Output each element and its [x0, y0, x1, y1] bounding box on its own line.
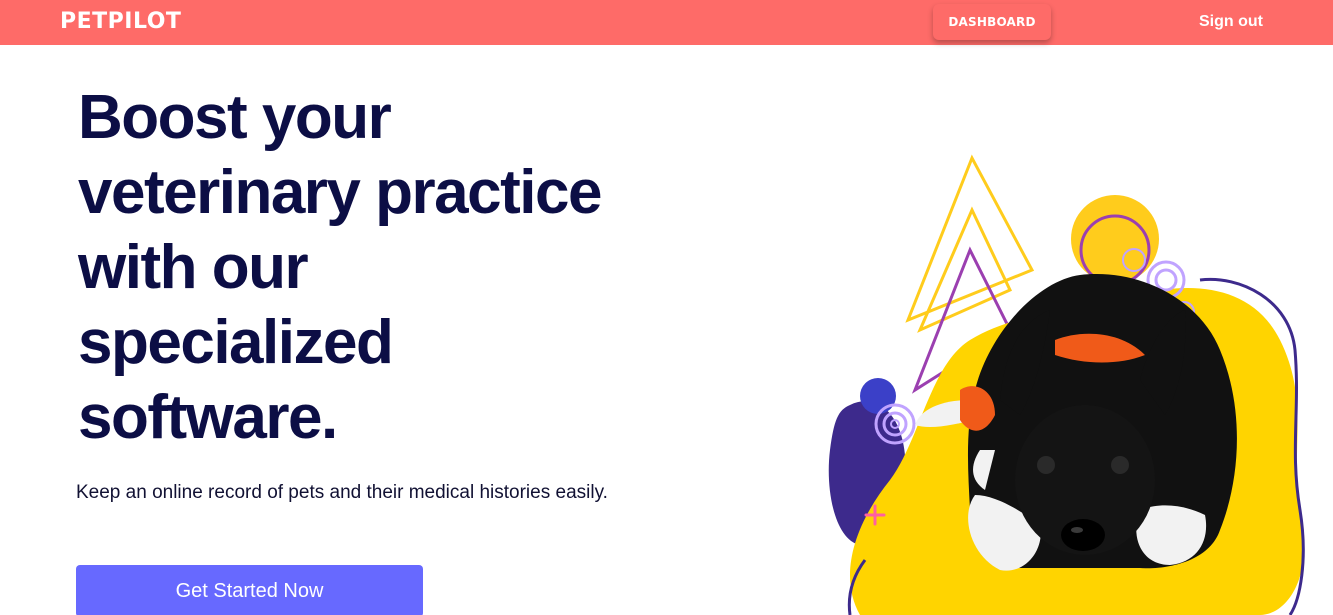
- sign-out-link[interactable]: Sign out: [1199, 13, 1263, 31]
- headline-line: veterinary practice: [78, 158, 602, 227]
- landing-page: PETPILOT DASHBOARD Sign out Boost your v…: [0, 0, 1333, 615]
- dog-illustration: [828, 154, 1305, 615]
- headline-line: with our: [78, 233, 309, 302]
- top-navbar: PETPILOT DASHBOARD Sign out: [0, 0, 1333, 45]
- headline-line: specialized: [78, 308, 394, 377]
- hero-subtext: Keep an online record of pets and their …: [76, 482, 608, 503]
- get-started-button[interactable]: Get Started Now: [76, 565, 423, 615]
- brand-logo[interactable]: PETPILOT: [60, 9, 181, 34]
- dashboard-button[interactable]: DASHBOARD: [933, 4, 1051, 40]
- headline-line: software.: [78, 383, 338, 452]
- hero-headline: Boost your veterinary practice with our …: [78, 80, 678, 455]
- headline-line: Boost your: [78, 83, 392, 152]
